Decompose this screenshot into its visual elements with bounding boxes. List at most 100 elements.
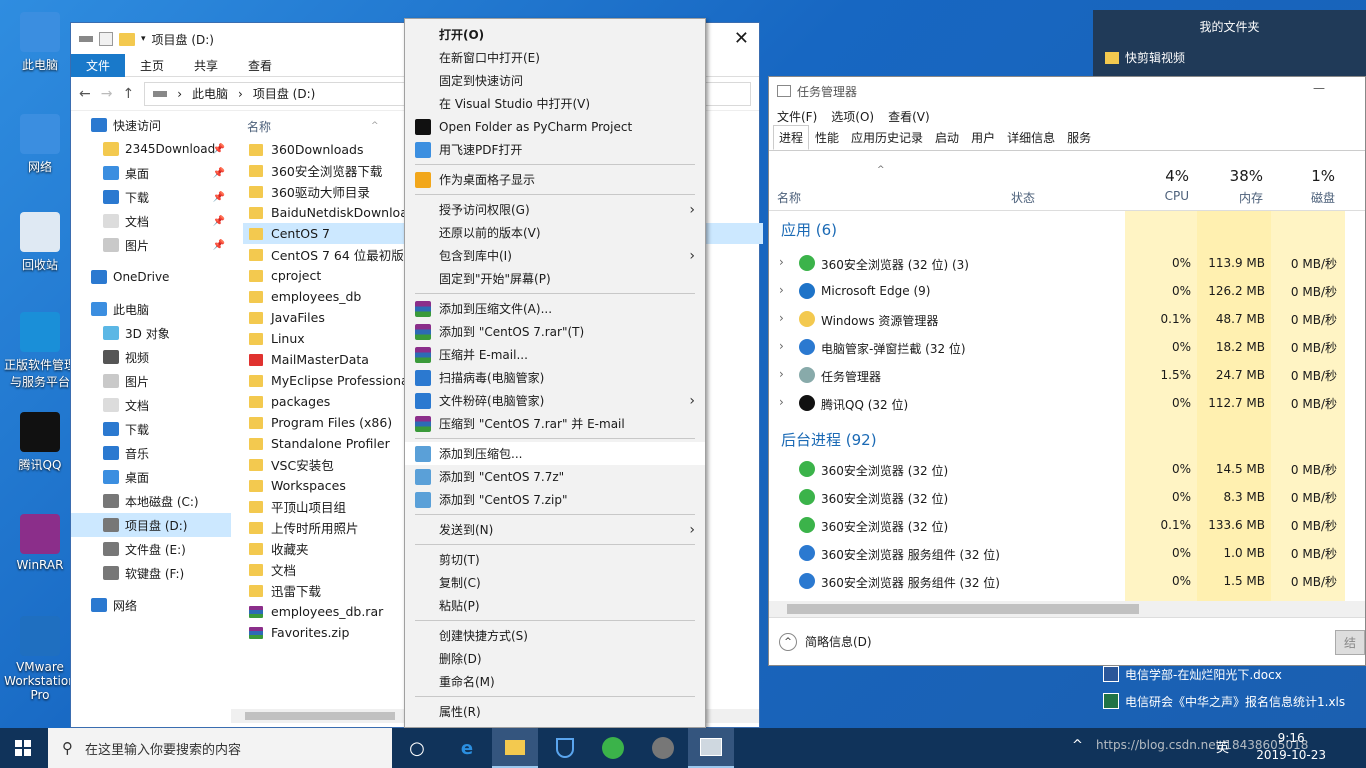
context-menu-item[interactable]: 在 Visual Studio 中打开(V) xyxy=(405,92,705,115)
nav-item[interactable]: 3D 对象 xyxy=(71,321,231,345)
expand-icon[interactable]: › xyxy=(779,311,784,325)
context-menu-item[interactable]: 添加到 "CentOS 7.zip" xyxy=(405,488,705,511)
context-menu-item[interactable]: 包含到库中(I) › xyxy=(405,244,705,267)
context-menu-item[interactable]: 用飞速PDF打开 xyxy=(405,138,705,161)
nav-item[interactable]: 软键盘 (F:) xyxy=(71,561,231,585)
task-manager-taskbar-icon[interactable] xyxy=(688,728,734,768)
end-task-button[interactable]: 结 xyxy=(1334,630,1365,655)
context-menu-item[interactable]: 授予访问权限(G) › xyxy=(405,198,705,221)
nav-item[interactable]: 文件盘 (E:) xyxy=(71,537,231,561)
process-row[interactable]: › 电脑管家-弹窗拦截 (32 位) 0% 18.2 MB 0 MB/秒 xyxy=(769,333,1365,361)
nav-item[interactable]: 本地磁盘 (C:) xyxy=(71,489,231,513)
app-icon[interactable] xyxy=(640,728,686,768)
ribbon-tab[interactable]: 查看 xyxy=(233,54,287,77)
context-menu-item[interactable]: 属性(R) xyxy=(405,700,705,723)
context-menu-item[interactable]: 作为桌面格子显示 xyxy=(405,168,705,191)
file-row[interactable]: CentOS 7 64 位最初版 xyxy=(243,244,413,265)
nav-item[interactable]: OneDrive xyxy=(71,265,231,289)
desktop-icon[interactable]: WinRAR xyxy=(0,514,80,572)
context-menu-item[interactable]: 固定到"开始"屏幕(P) xyxy=(405,267,705,290)
nav-item[interactable]: 视频 xyxy=(71,345,231,369)
file-row[interactable]: 收藏夹 xyxy=(243,538,413,559)
taskmgr-menu-item[interactable]: 选项(O) xyxy=(831,108,874,125)
process-row[interactable]: › 任务管理器 1.5% 24.7 MB 0 MB/秒 xyxy=(769,361,1365,389)
column-status[interactable]: 状态 xyxy=(1011,189,1035,206)
process-row[interactable]: › Windows 资源管理器 0.1% 48.7 MB 0 MB/秒 xyxy=(769,305,1365,333)
context-menu-item[interactable]: 创建快捷方式(S) xyxy=(405,624,705,647)
favorites-item[interactable]: 快剪辑视频 xyxy=(1105,49,1366,66)
file-row[interactable]: BaiduNetdiskDownload xyxy=(243,202,416,223)
nav-item[interactable]: 文档 📌 xyxy=(71,209,231,233)
process-row[interactable]: 360安全浏览器 (32 位) 0% 8.3 MB 0 MB/秒 xyxy=(769,483,1365,511)
nav-item[interactable]: 网络 xyxy=(71,593,231,617)
minimize-icon[interactable]: — xyxy=(1313,81,1325,95)
nav-item[interactable]: 文档 xyxy=(71,393,231,417)
file-row[interactable]: MyEclipse Professional xyxy=(243,370,413,391)
nav-item[interactable]: 桌面 xyxy=(71,465,231,489)
file-row[interactable]: employees_db.rar xyxy=(243,601,413,622)
context-menu-item[interactable]: 压缩到 "CentOS 7.rar" 并 E-mail xyxy=(405,412,705,435)
nav-item[interactable]: 此电脑 xyxy=(71,297,231,321)
context-menu-item[interactable]: 文件粉碎(电脑管家) › xyxy=(405,389,705,412)
desktop-file-docx[interactable]: 电信学部-在灿烂阳光下.docx xyxy=(1103,662,1282,686)
file-row[interactable]: 文档 xyxy=(243,559,413,580)
ribbon-tab[interactable]: 主页 xyxy=(125,54,179,77)
file-explorer-taskbar-icon[interactable] xyxy=(492,728,538,768)
expand-icon[interactable]: › xyxy=(779,283,784,297)
context-menu-item[interactable]: 添加到压缩文件(A)... xyxy=(405,297,705,320)
context-menu-item[interactable]: 添加到 "CentOS 7.7z" xyxy=(405,465,705,488)
desktop-icon[interactable]: 网络 xyxy=(0,114,80,175)
desktop-icon[interactable]: 此电脑 xyxy=(0,12,80,73)
file-row[interactable]: employees_db xyxy=(243,286,413,307)
forward-icon[interactable]: → xyxy=(101,86,113,102)
cpu-percent[interactable]: 4% xyxy=(1165,167,1189,185)
context-menu-item[interactable]: 删除(D) xyxy=(405,647,705,670)
file-row[interactable]: cproject xyxy=(243,265,413,286)
context-menu-item[interactable]: 固定到快速访问 xyxy=(405,69,705,92)
column-disk[interactable]: 磁盘 xyxy=(1311,189,1335,206)
breadcrumb-drive[interactable]: 项目盘 (D:) xyxy=(253,85,315,102)
column-memory[interactable]: 内存 xyxy=(1239,189,1263,206)
fewer-details-link[interactable]: 简略信息(D) xyxy=(805,633,872,650)
context-menu-item[interactable]: 在新窗口中打开(E) xyxy=(405,46,705,69)
context-menu-item[interactable]: Open Folder as PyCharm Project xyxy=(405,115,705,138)
file-row[interactable]: 360安全浏览器下载 xyxy=(243,160,413,181)
scroll-thumb[interactable] xyxy=(245,712,395,720)
nav-item[interactable]: 音乐 xyxy=(71,441,231,465)
up-icon[interactable]: ↑ xyxy=(122,86,134,102)
taskmgr-tab[interactable]: 详细信息 xyxy=(1001,125,1061,150)
process-row[interactable]: 360安全浏览器 (32 位) 0% 14.5 MB 0 MB/秒 xyxy=(769,455,1365,483)
context-menu-item[interactable]: 添加到压缩包... xyxy=(405,442,705,465)
file-row[interactable]: 360驱动大师目录 xyxy=(243,181,413,202)
collapse-icon[interactable]: ^ xyxy=(779,632,797,651)
context-menu-item[interactable]: 粘贴(P) xyxy=(405,594,705,617)
taskmgr-tab[interactable]: 性能 xyxy=(809,125,845,150)
taskmgr-menu-item[interactable]: 查看(V) xyxy=(888,108,930,125)
ribbon-tab[interactable]: 共享 xyxy=(179,54,233,77)
context-menu-item[interactable]: 复制(C) xyxy=(405,571,705,594)
pc-manager-icon[interactable] xyxy=(542,728,588,768)
expand-icon[interactable]: › xyxy=(779,367,784,381)
file-row[interactable]: packages xyxy=(243,391,413,412)
context-menu-item[interactable]: 发送到(N) › xyxy=(405,518,705,541)
properties-icon[interactable] xyxy=(99,32,113,46)
process-row[interactable]: › 360安全浏览器 (32 位) (3) 0% 113.9 MB 0 MB/秒 xyxy=(769,249,1365,277)
file-row[interactable]: 平顶山项目组 xyxy=(243,496,413,517)
dropdown-icon[interactable]: ▾ xyxy=(141,34,146,44)
file-row[interactable]: Program Files (x86) xyxy=(243,412,413,433)
nav-item[interactable]: 下载 xyxy=(71,417,231,441)
taskmgr-tab[interactable]: 用户 xyxy=(965,125,1001,150)
task-view-icon[interactable]: ○ xyxy=(394,728,440,768)
column-name[interactable]: 名称 xyxy=(777,189,801,206)
process-row[interactable]: 360安全浏览器 服务组件 (32 位) 0% 1.0 MB 0 MB/秒 xyxy=(769,539,1365,567)
file-row[interactable]: 迅雷下载 xyxy=(243,580,413,601)
context-menu-item[interactable]: 压缩并 E-mail... xyxy=(405,343,705,366)
360-browser-icon[interactable] xyxy=(590,728,636,768)
taskmgr-tab[interactable]: 应用历史记录 xyxy=(845,125,929,150)
file-row[interactable]: 360Downloads xyxy=(243,139,413,160)
desktop-icon[interactable]: 腾讯QQ xyxy=(0,412,80,473)
close-icon[interactable]: ✕ xyxy=(734,28,749,49)
file-row[interactable]: Favorites.zip xyxy=(243,622,413,643)
context-menu-item[interactable]: 剪切(T) xyxy=(405,548,705,571)
nav-item[interactable]: 桌面 📌 xyxy=(71,161,231,185)
